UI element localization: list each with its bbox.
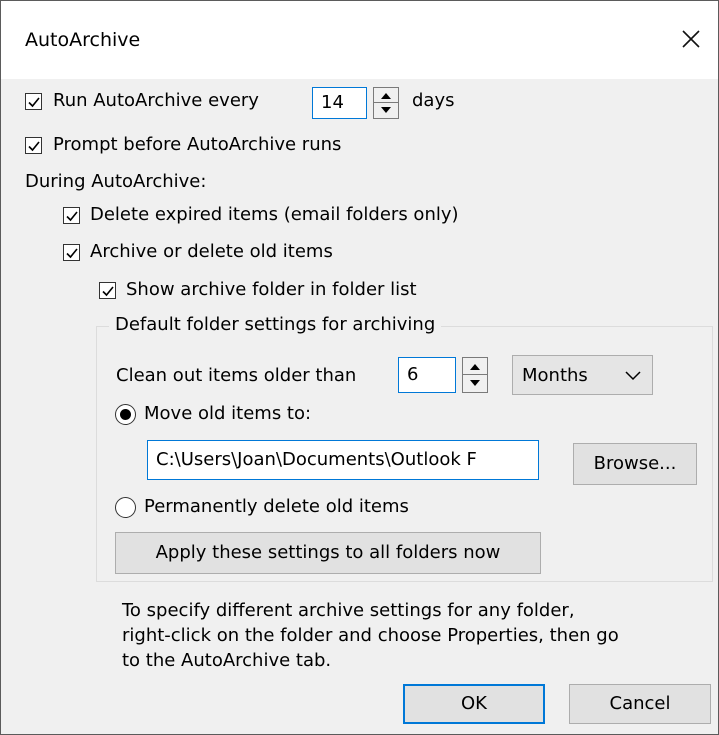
clean-out-unit-value: Months [522,365,588,386]
permanently-delete-radio[interactable] [115,497,136,518]
ok-button[interactable]: OK [403,684,545,724]
run-days-up-button[interactable] [374,88,398,103]
prompt-label: Prompt before AutoArchive runs [53,134,342,155]
browse-button[interactable]: Browse... [573,443,697,485]
run-days-down-button[interactable] [374,103,398,118]
arrow-up-icon [381,93,391,99]
info-text-line-1: To specify different archive settings fo… [122,600,575,621]
move-old-items-radio[interactable] [115,404,136,425]
run-days-input[interactable]: 14 [312,87,367,119]
arrow-up-icon [470,364,480,370]
clean-out-unit-select[interactable]: Months [512,355,653,395]
checkmark-icon [66,211,78,222]
clean-out-value-input[interactable]: 6 [398,357,456,393]
radio-selected-dot [120,409,131,420]
close-button[interactable] [673,21,709,57]
checkmark-icon [28,141,40,152]
archive-old-label: Archive or delete old items [90,241,333,262]
autoarchive-dialog: AutoArchive Run AutoArchive every 14 day… [0,0,719,735]
archive-old-checkbox[interactable] [63,244,80,261]
archive-path-input[interactable]: C:\Users\Joan\Documents\Outlook F [147,440,539,480]
during-autoarchive-label: During AutoArchive: [25,171,207,192]
title-bar: AutoArchive [1,1,718,79]
show-folder-checkbox[interactable] [99,282,116,299]
checkmark-icon [102,286,114,297]
info-text-line-2: right-click on the folder and choose Pro… [122,625,619,646]
delete-expired-label: Delete expired items (email folders only… [90,204,459,225]
show-folder-label: Show archive folder in folder list [126,279,417,300]
arrow-down-icon [470,380,480,386]
permanently-delete-label: Permanently delete old items [144,496,409,517]
clean-out-stepper[interactable] [462,357,488,393]
run-days-stepper[interactable] [373,87,399,119]
run-autoarchive-label: Run AutoArchive every [53,90,259,111]
prompt-checkbox[interactable] [25,137,42,154]
clean-out-up-button[interactable] [463,358,487,375]
arrow-down-icon [381,107,391,113]
clean-out-down-button[interactable] [463,375,487,392]
info-text-line-3: to the AutoArchive tab. [122,650,332,671]
close-icon [682,30,700,48]
delete-expired-checkbox[interactable] [63,207,80,224]
checkmark-icon [28,97,40,108]
window-title: AutoArchive [25,29,141,51]
chevron-down-icon [625,371,641,381]
cancel-button[interactable]: Cancel [569,684,711,724]
group-title: Default folder settings for archiving [109,314,442,335]
apply-to-all-folders-button[interactable]: Apply these settings to all folders now [115,532,541,574]
clean-out-label: Clean out items older than [116,365,357,386]
days-unit-label: days [412,90,455,111]
move-old-items-label: Move old items to: [144,403,312,424]
run-autoarchive-checkbox[interactable] [25,93,42,110]
checkmark-icon [66,248,78,259]
